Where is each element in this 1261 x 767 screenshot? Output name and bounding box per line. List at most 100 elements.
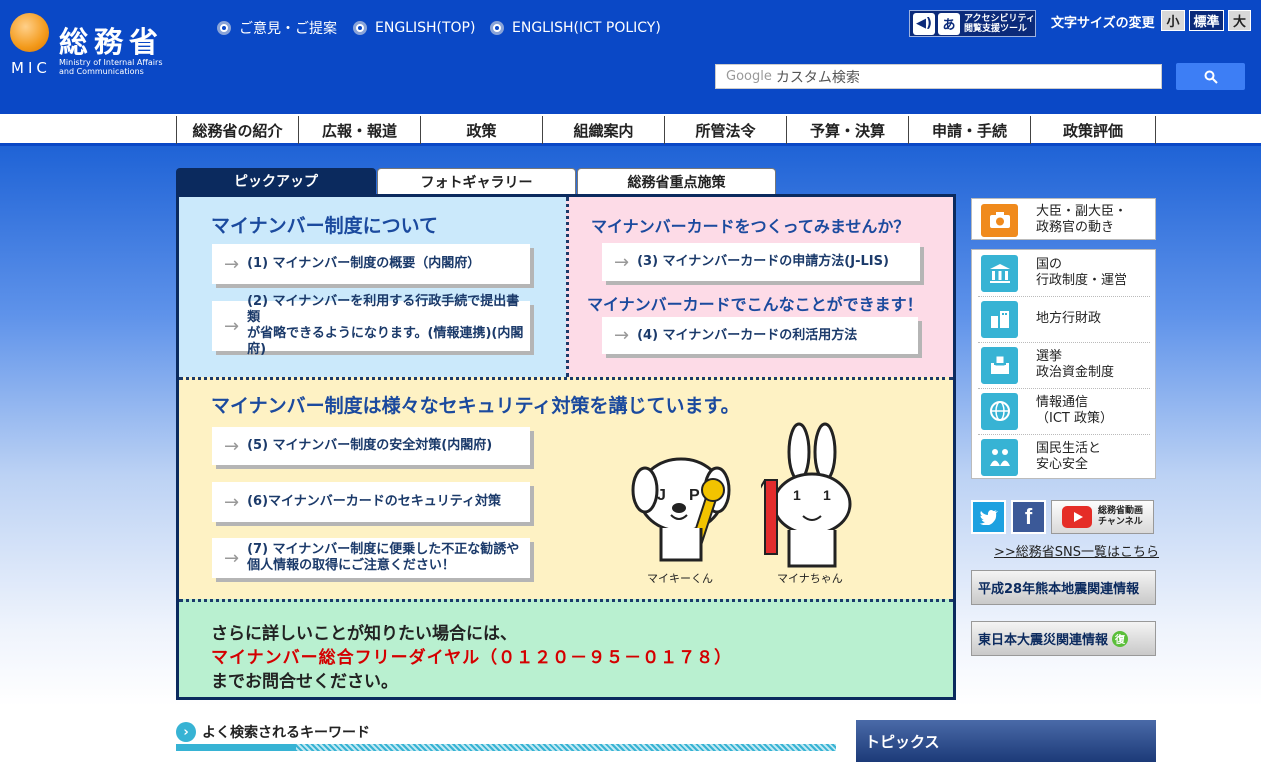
nav-press[interactable]: 広報・報道 xyxy=(298,116,420,144)
city-icon xyxy=(981,300,1018,338)
east-japan-earthquake-label: 東日本大震災関連情報 xyxy=(978,633,1109,648)
category-local-gov-label: 地方行財政 xyxy=(1036,311,1102,326)
radio-bullet-icon xyxy=(490,21,504,35)
accessibility-tool-label: アクセシビリティ 閲覧支援ツール xyxy=(964,14,1035,34)
camera-icon xyxy=(981,203,1018,237)
category-local-gov-link[interactable]: 地方行財政 xyxy=(972,296,1155,342)
opinion-link[interactable]: ご意見・ご提案 xyxy=(217,18,337,38)
chevron-right-icon: › xyxy=(176,722,196,742)
arrow-right-icon: → xyxy=(614,325,630,346)
logo-abbreviation: MIC xyxy=(11,59,51,77)
arrow-right-icon: → xyxy=(224,315,240,337)
security-heading: マイナンバー制度は様々なセキュリティ対策を講じています。 xyxy=(211,395,740,417)
safety-measures-link[interactable]: → (5) マイナンバー制度の安全対策(内閣府) xyxy=(212,427,530,465)
category-ict-link[interactable]: 情報通信 （ICT 政策） xyxy=(972,388,1155,434)
mykey-kun-mascot-icon: J P xyxy=(631,457,731,562)
card-security-label: (6)マイナンバーカードのセキュリティ対策 xyxy=(247,494,501,509)
search-placeholder: カスタム検索 xyxy=(775,69,860,86)
category-election-link[interactable]: 選挙 政治資金制度 xyxy=(972,342,1155,388)
arrow-right-icon: → xyxy=(614,251,630,273)
youtube-channel-label: 総務省動画 チャンネル xyxy=(1098,506,1143,528)
arrow-right-icon: → xyxy=(224,253,240,275)
info-linkage-label: (2) マイナンバーを利用する行政手続で提出書類 が省略できるようになります。(… xyxy=(247,294,524,357)
card-usage-link[interactable]: → (4) マイナンバーカードの利活用方法 xyxy=(602,317,918,354)
category-safety-link[interactable]: 国民生活と 安心安全 xyxy=(972,434,1155,480)
accessibility-label-line1: アクセシビリティ xyxy=(964,13,1036,24)
nav-policy[interactable]: 政策 xyxy=(420,116,542,144)
youtube-channel-button[interactable]: 総務省動画 チャンネル xyxy=(1051,500,1154,534)
kumamoto-earthquake-banner[interactable]: 平成28年熊本地震関連情報 xyxy=(971,570,1156,605)
category-safety-label: 国民生活と 安心安全 xyxy=(1036,441,1102,472)
category-ict-label: 情報通信 （ICT 政策） xyxy=(1036,395,1113,426)
font-size-label: 文字サイズの変更 xyxy=(1051,16,1155,31)
card-security-link[interactable]: → (6)マイナンバーカードのセキュリティ対策 xyxy=(212,482,530,522)
accessibility-tool-button[interactable]: ◀) あ アクセシビリティ 閲覧支援ツール xyxy=(909,10,1036,37)
search-input[interactable]: Google カスタム検索 xyxy=(715,64,1162,89)
free-dial-number: マイナンバー総合フリーダイヤル（０１２０－９５－０１７８） xyxy=(211,648,733,668)
youtube-icon xyxy=(1061,506,1092,528)
facebook-icon: f xyxy=(1024,504,1033,529)
policy-category-list: 国の 行政制度・運営 地方行財政 選挙 政治資金制度 情報通信 （ICT 政策）… xyxy=(971,249,1156,479)
svg-text:P: P xyxy=(689,487,700,504)
radio-bullet-icon xyxy=(353,21,367,35)
pickup-panel: マイナンバー制度について → (1) マイナンバー制度の概要（内閣府） → (2… xyxy=(176,194,956,700)
nav-laws[interactable]: 所管法令 xyxy=(664,116,786,144)
search-icon xyxy=(1204,70,1218,84)
tab-priority-policies[interactable]: 総務省重点施策 xyxy=(577,168,776,194)
mynumber-system-heading: マイナンバー制度について xyxy=(211,215,439,237)
twitter-button[interactable] xyxy=(971,500,1006,534)
ballot-box-icon xyxy=(981,346,1018,384)
popular-keywords-heading: › よく検索されるキーワード xyxy=(176,722,370,742)
logo-en-line2: and Communications xyxy=(59,67,144,76)
topics-heading: トピックス xyxy=(856,720,1156,762)
youtube-label-line1: 総務省動画 xyxy=(1097,506,1143,516)
mynumber-overview-link[interactable]: → (1) マイナンバー制度の概要（内閣府） xyxy=(212,244,530,284)
font-size-large-button[interactable]: 大 xyxy=(1228,10,1251,31)
youtube-label-line2: チャンネル xyxy=(1097,517,1143,527)
font-size-small-button[interactable]: 小 xyxy=(1161,10,1185,31)
logo-title[interactable]: 総務省 xyxy=(59,19,164,61)
logo-english-name: Ministry of Internal Affairs and Communi… xyxy=(59,58,199,76)
twitter-icon xyxy=(979,510,998,525)
fraud-warning-link[interactable]: → (7) マイナンバー制度に便乗した不正な勧誘や 個人情報の取得にご注意くださ… xyxy=(212,538,530,578)
logo-mark-icon[interactable] xyxy=(10,13,49,52)
nav-about[interactable]: 総務省の紹介 xyxy=(176,116,298,144)
site-header: 総務省 MIC Ministry of Internal Affairs and… xyxy=(0,0,1261,114)
accessibility-label-line2: 閲覧支援ツール xyxy=(964,23,1028,34)
nav-applications[interactable]: 申請・手続 xyxy=(908,116,1030,144)
facebook-button[interactable]: f xyxy=(1011,500,1046,534)
family-icon xyxy=(981,438,1018,476)
fraud-warning-label: (7) マイナンバー制度に便乗した不正な勧誘や 個人情報の取得にご注意ください！ xyxy=(247,542,520,573)
mykey-kun-label: マイキーくん xyxy=(647,572,713,585)
category-admin-label: 国の 行政制度・運営 xyxy=(1036,257,1128,288)
english-ict-link[interactable]: ENGLISH(ICT POLICY) xyxy=(490,18,661,38)
search-brand: Google xyxy=(726,69,772,84)
sns-list-link[interactable]: >>総務省SNS一覧はこちら xyxy=(994,541,1159,560)
svg-text:J: J xyxy=(657,487,666,504)
english-top-link[interactable]: ENGLISH(TOP) xyxy=(353,18,475,38)
myna-chan-mascot-icon: 1 1 xyxy=(761,422,852,568)
english-ict-link-label: ENGLISH(ICT POLICY) xyxy=(512,20,661,36)
mynumber-overview-label: (1) マイナンバー制度の概要（内閣府） xyxy=(247,256,481,271)
minister-activities-link[interactable]: 大臣・副大臣・ 政務官の動き xyxy=(971,198,1156,240)
nav-budget[interactable]: 予算・決算 xyxy=(786,116,908,144)
mynumber-card-section: マイナンバーカードをつくってみませんか？ → (3) マイナンバーカードの申請方… xyxy=(566,197,953,377)
contact-section: さらに詳しいことが知りたい場合には、 マイナンバー総合フリーダイヤル（０１２０－… xyxy=(179,599,953,697)
east-japan-earthquake-banner[interactable]: 東日本大震災関連情報 復 xyxy=(971,621,1156,656)
info-linkage-link[interactable]: → (2) マイナンバーを利用する行政手続で提出書類 が省略できるようになります… xyxy=(212,294,530,357)
safety-measures-label: (5) マイナンバー制度の安全対策(内閣府) xyxy=(247,438,493,453)
card-usage-label: (4) マイナンバーカードの利活用方法 xyxy=(637,327,858,343)
nav-organization[interactable]: 組織案内 xyxy=(542,116,664,144)
tab-pickup[interactable]: ピックアップ xyxy=(176,168,376,194)
category-admin-link[interactable]: 国の 行政制度・運営 xyxy=(972,250,1155,296)
contact-intro: さらに詳しいことが知りたい場合には、 xyxy=(211,624,517,644)
card-application-link[interactable]: → (3) マイナンバーカードの申請方法(J-LIS) xyxy=(602,243,920,281)
font-size-standard-button[interactable]: 標準 xyxy=(1189,10,1224,31)
search-button[interactable] xyxy=(1176,63,1245,90)
security-section: マイナンバー制度は様々なセキュリティ対策を講じています。 → (5) マイナンバ… xyxy=(179,377,953,599)
global-nav: 総務省の紹介 広報・報道 政策 組織案内 所管法令 予算・決算 申請・手続 政策… xyxy=(0,114,1261,146)
recovery-icon: 復 xyxy=(1112,630,1129,647)
nav-evaluation[interactable]: 政策評価 xyxy=(1030,116,1156,144)
tab-photo-gallery[interactable]: フォトギャラリー xyxy=(377,168,576,194)
card-usage-heading: マイナンバーカードでこんなことができます！ xyxy=(587,295,923,314)
